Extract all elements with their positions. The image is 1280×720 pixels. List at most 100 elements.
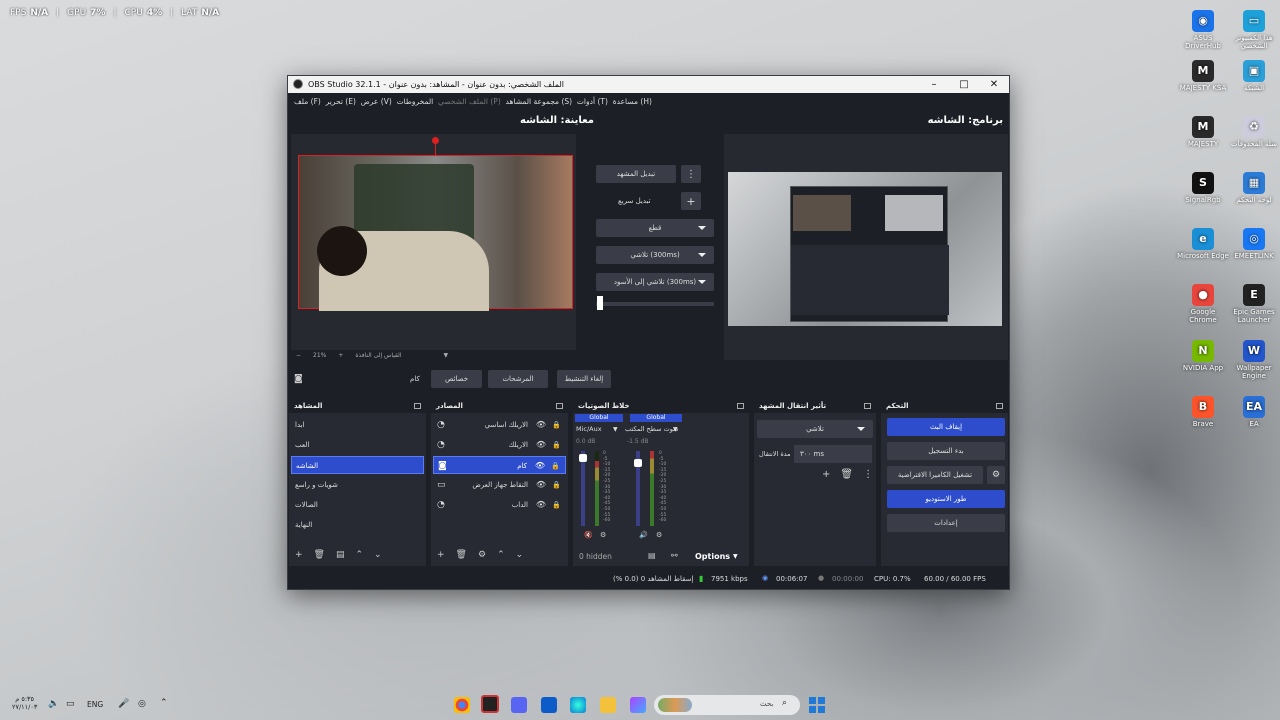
desktop-icon[interactable]: M MAJESTY KSA [1177,60,1229,92]
desktop-icon[interactable]: E Epic Games Launcher [1228,284,1280,324]
desktop-icon[interactable]: B Brave [1177,396,1229,428]
move-source-down-button[interactable]: ⌄ [516,550,524,560]
fade-transition-dropdown[interactable]: تلاشي (300ms) [596,246,714,264]
undock-icon[interactable] [414,403,421,409]
screen-icon[interactable]: ▭ [66,699,75,709]
desktop-fader-handle[interactable] [634,459,642,467]
undock-icon[interactable] [737,403,744,409]
visibility-eye-icon[interactable]: 👁 [536,496,546,514]
chrome-taskbar-icon[interactable] [454,697,470,713]
zoom-in-button[interactable]: + [338,352,343,359]
visibility-eye-icon[interactable]: 👁 [536,416,546,434]
deactivate-button[interactable]: إلغاء التنشيط [557,370,611,388]
lock-icon[interactable]: 🔒 [552,416,561,434]
visibility-eye-icon[interactable]: 👁 [536,476,546,494]
source-item[interactable]: ◔ الاريلك اساسي 👁 🔒 [433,416,566,434]
cut-transition-dropdown[interactable]: قطع [596,219,714,237]
mixer-options-button[interactable]: Options [695,552,730,561]
move-scene-down-button[interactable]: ⌄ [374,550,382,560]
mic-menu-icon[interactable]: ▼ [613,426,618,433]
lock-icon[interactable]: 🔒 [552,436,561,454]
studio-mode-button[interactable]: طور الاستوديو [887,490,1005,508]
remove-scene-button[interactable]: 🗑 [314,550,325,560]
scene-filters-button[interactable]: ▤ [336,550,345,560]
source-item[interactable]: ▭ التقاط جهاز العرض 👁 🔒 [433,476,566,494]
title-bar[interactable]: OBS Studio 32.1.1 - الملف الشخصي: بدون ع… [288,76,1009,93]
remove-source-button[interactable]: 🗑 [456,550,467,560]
lock-icon[interactable]: 🔒 [552,496,561,514]
stop-streaming-button[interactable]: إيقاف البث [887,418,1005,436]
start-icon[interactable] [809,697,825,713]
scene-item[interactable]: ابدا [291,416,424,434]
t-bar-track[interactable] [596,302,714,306]
settings-button[interactable]: إعدادات [887,514,1005,532]
remove-transition-button[interactable]: 🗑 [840,469,853,480]
virtual-camera-settings-icon[interactable]: ⚙ [987,466,1005,484]
add-source-button[interactable]: + [437,550,445,560]
zoom-out-button[interactable]: − [296,352,301,359]
source-item[interactable]: ◔ الاريلك 👁 🔒 [433,436,566,454]
add-transition-button[interactable]: + [822,469,830,480]
desktop-icon[interactable]: ◉ ASUS DriverHub [1177,10,1229,50]
mic-settings-icon[interactable]: ⚙ [600,531,606,539]
menu-scene-collection[interactable]: مجموعة المشاهد (S) [506,97,573,106]
obs-taskbar-icon[interactable] [481,695,499,713]
visibility-eye-icon[interactable]: 👁 [535,457,545,475]
obs-window[interactable]: OBS Studio 32.1.1 - الملف الشخصي: بدون ع… [287,75,1010,590]
menu-edit[interactable]: تحرير (E) [326,97,356,106]
close-button[interactable]: ✕ [979,76,1009,93]
desktop-icon[interactable]: EA EA [1228,396,1280,428]
source-properties-button[interactable]: ⚙ [478,550,486,560]
edge-taskbar-icon[interactable] [570,697,586,713]
undock-icon[interactable] [864,403,871,409]
zoom-dropdown-icon[interactable]: ▼ [444,352,449,359]
preview-canvas[interactable] [291,134,576,350]
maximize-button[interactable]: □ [949,76,979,93]
search-box[interactable]: بحث ⌕ [654,695,800,715]
scene-item[interactable]: العب [291,436,424,454]
menu-tools[interactable]: أدوات (T) [577,97,608,106]
mic-muted-icon[interactable]: 🔇 [584,531,593,539]
source-item[interactable]: ◔ الداب 👁 🔒 [433,496,566,514]
clock[interactable]: ٥:٣٥ م ٢٧/١١/٠٣ [12,695,37,711]
menu-help[interactable]: مساعدة (H) [613,97,652,106]
switch-scene-button[interactable]: تبديل المشهد [596,165,676,183]
t-bar-handle[interactable] [597,296,603,310]
discord-taskbar-icon[interactable] [511,697,527,713]
add-scene-button[interactable]: + [295,550,303,560]
mic-fader-handle[interactable] [579,454,587,462]
camera-source-frame[interactable] [298,155,573,311]
scene-item[interactable]: الصالات [291,496,424,514]
menu-docks[interactable]: المخروطات [397,97,434,106]
tray-app-icon[interactable]: ◎ [138,699,146,709]
language-indicator[interactable]: ENG [87,700,103,709]
mixer-layout-icon[interactable]: ▤ [648,551,656,560]
undock-icon[interactable] [556,403,563,409]
options-chevron-icon[interactable]: ▼ [733,553,738,560]
desktop-icon[interactable]: ▦ لوحة التحكم [1228,172,1280,204]
desktop-icon[interactable]: e Microsoft Edge [1177,228,1229,260]
rotation-handle[interactable] [432,137,439,144]
move-source-up-button[interactable]: ⌃ [497,550,505,560]
desktop-menu-icon[interactable]: ▼ [673,426,678,433]
mixer-link-icon[interactable]: ⚯ [671,551,678,560]
fade-black-transition-dropdown[interactable]: تلاشي إلى الأسود (300ms) [596,273,714,291]
transition-type-dropdown[interactable]: تلاشي [757,420,873,438]
mic-channel-name[interactable]: Mic/Aux [576,425,602,433]
properties-button[interactable]: خصائص [431,370,482,388]
desktop-icon[interactable]: N NVIDIA App [1177,340,1229,372]
file-explorer-taskbar-icon[interactable] [600,697,616,713]
desktop-icon[interactable]: W Wallpaper Engine [1228,340,1280,380]
desktop-icon[interactable]: ▭ هذا الكمبيوتر الشخصي [1228,10,1280,50]
speaker-icon[interactable]: 🔈 [48,699,59,709]
mic-fader[interactable] [581,451,585,526]
store-taskbar-icon[interactable] [541,697,557,713]
lock-icon[interactable]: 🔒 [551,457,560,475]
transition-more-icon[interactable]: ⋮ [863,469,873,480]
scene-item[interactable]: النهاية [291,516,424,534]
add-quick-transition-button[interactable]: + [681,192,701,210]
desktop-icon[interactable]: S SignalRgb [1177,172,1229,204]
scene-item[interactable]: شويات و راسع [291,476,424,494]
desktop-channel-name[interactable]: صوت سطح المكتب [625,425,679,433]
undock-icon[interactable] [996,403,1003,409]
